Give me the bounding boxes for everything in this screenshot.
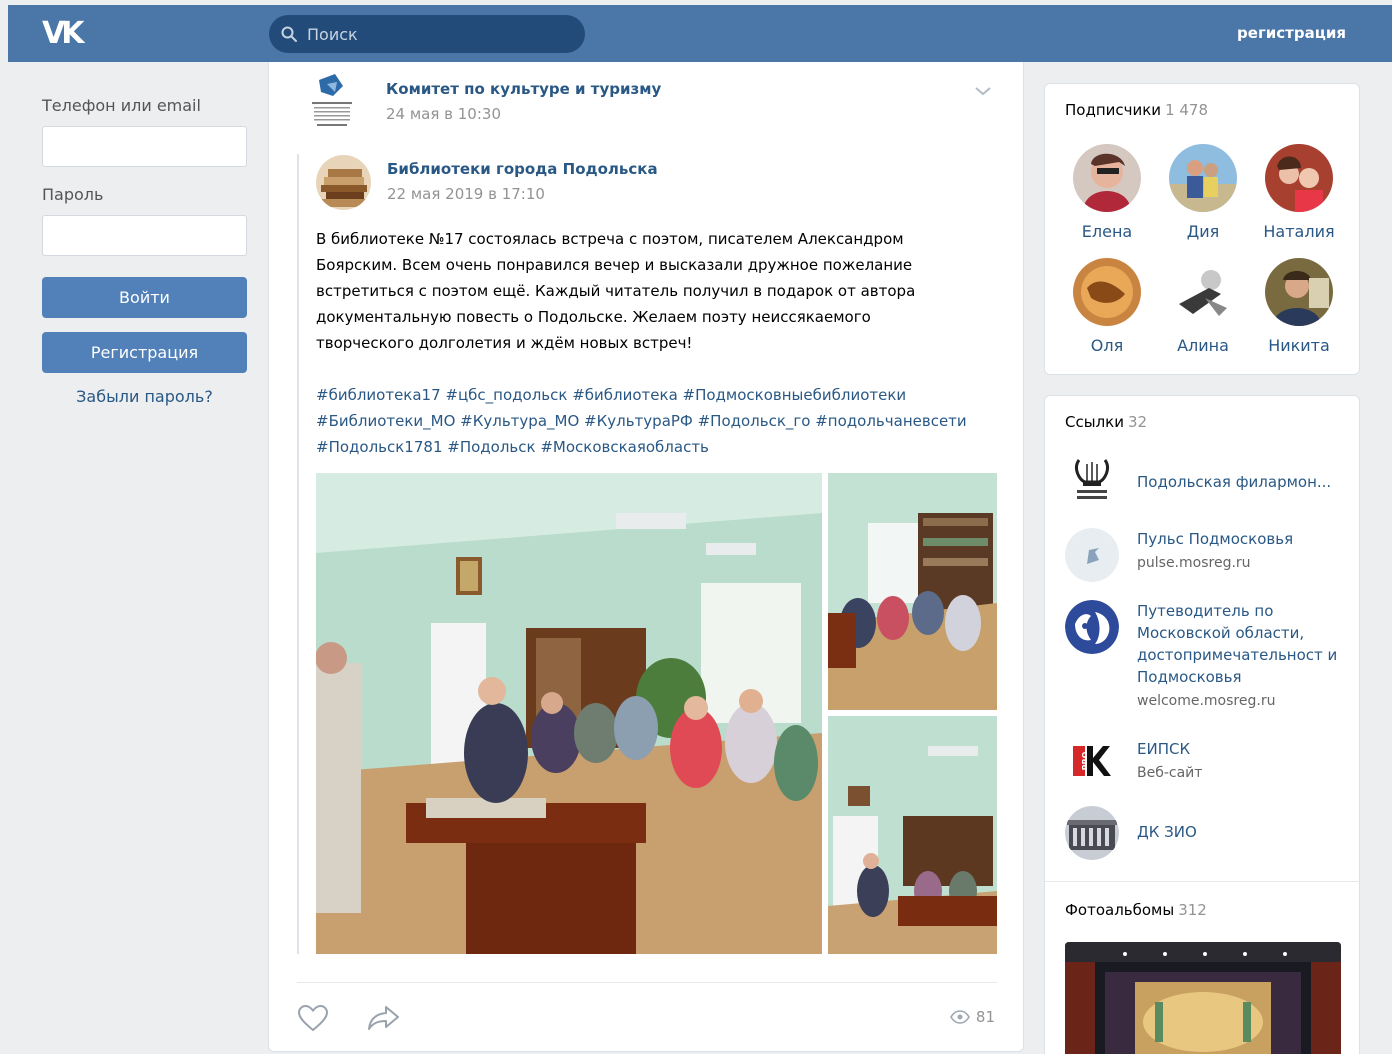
post-photo-main[interactable] bbox=[316, 473, 822, 954]
subscriber-item[interactable]: Оля bbox=[1062, 258, 1152, 355]
avatar[interactable] bbox=[1265, 144, 1333, 212]
subscriber-name[interactable]: Никита bbox=[1254, 336, 1344, 355]
login-button[interactable]: Войти bbox=[42, 277, 247, 318]
post-photo-2[interactable] bbox=[828, 473, 997, 710]
library-avatar[interactable] bbox=[316, 155, 371, 210]
subscriber-name[interactable]: Дия bbox=[1158, 222, 1248, 241]
albums-count: 312 bbox=[1178, 901, 1207, 919]
link-name[interactable]: Пульс Подмосковья bbox=[1137, 528, 1347, 550]
links-card: Ссылки 32 Подольская филармон... Пульс По… bbox=[1044, 395, 1361, 1054]
password-label: Пароль bbox=[42, 185, 104, 204]
committee-avatar[interactable] bbox=[309, 72, 355, 134]
eye-icon bbox=[949, 1010, 970, 1024]
post-divider bbox=[297, 982, 997, 983]
chevron-down-icon[interactable] bbox=[973, 84, 993, 98]
post-hashtags[interactable]: #библиотека17 #цбс_подольск #библиотека … bbox=[316, 382, 1006, 460]
views-counter: 81 bbox=[949, 1008, 995, 1026]
login-form: Телефон или email Пароль Войти Регистрац… bbox=[42, 96, 247, 406]
repost-author-link[interactable]: Библиотеки города Подольска bbox=[387, 160, 658, 178]
post-text: В библиотеке №17 состоялась встреча с по… bbox=[316, 230, 916, 352]
subscriber-item[interactable]: Наталия bbox=[1254, 144, 1344, 241]
link-name[interactable]: ДК ЗИО bbox=[1137, 821, 1347, 843]
albums-title[interactable]: Фотоальбомы 312 bbox=[1065, 901, 1207, 919]
post-date[interactable]: 24 мая в 10:30 bbox=[386, 105, 501, 123]
subscriber-item[interactable]: Никита bbox=[1254, 258, 1344, 355]
views-count: 81 bbox=[975, 1008, 995, 1026]
header-register-link[interactable]: регистрация bbox=[1237, 24, 1346, 42]
search-icon bbox=[281, 26, 297, 42]
link-url: Веб-сайт bbox=[1137, 765, 1203, 781]
repost-bar bbox=[297, 154, 299, 954]
phone-label: Телефон или email bbox=[42, 96, 201, 115]
register-button[interactable]: Регистрация bbox=[42, 332, 247, 373]
post-author-link[interactable]: Комитет по культуре и туризму bbox=[386, 80, 661, 98]
top-header: VK регистрация bbox=[8, 5, 1392, 62]
albums-divider bbox=[1045, 881, 1361, 882]
guide-logo-icon bbox=[1065, 600, 1119, 654]
repost-date[interactable]: 22 мая 2019 в 17:10 bbox=[387, 185, 545, 203]
avatar[interactable] bbox=[1073, 258, 1141, 326]
arrow-icon bbox=[1065, 528, 1119, 582]
links-count: 32 bbox=[1127, 413, 1148, 431]
link-name[interactable]: ЕИПСК bbox=[1137, 738, 1347, 760]
eipsk-logo-icon: PRO bbox=[1065, 738, 1119, 792]
link-name[interactable]: Путеводитель по Московской области, дост… bbox=[1137, 600, 1347, 688]
lyre-icon bbox=[1065, 456, 1119, 510]
post-photo-3[interactable] bbox=[828, 716, 997, 954]
subscribers-count: 1 478 bbox=[1165, 101, 1209, 119]
links-title[interactable]: Ссылки 32 bbox=[1065, 413, 1147, 431]
link-name[interactable]: Подольская филармон... bbox=[1137, 471, 1347, 493]
subscriber-name[interactable]: Елена bbox=[1062, 222, 1152, 241]
avatar[interactable] bbox=[1265, 258, 1333, 326]
avatar[interactable] bbox=[1169, 144, 1237, 212]
link-url: pulse.mosreg.ru bbox=[1137, 555, 1251, 571]
avatar[interactable] bbox=[1073, 144, 1141, 212]
subscribers-title[interactable]: Подписчики 1 478 bbox=[1065, 101, 1208, 119]
search-input[interactable] bbox=[307, 15, 567, 53]
building-icon bbox=[1065, 806, 1119, 860]
wall-post: Комитет по культуре и туризму 24 мая в 1… bbox=[268, 62, 1024, 1052]
search-box[interactable] bbox=[269, 15, 585, 53]
album-cover-photo[interactable] bbox=[1065, 942, 1341, 1054]
avatar[interactable] bbox=[1169, 258, 1237, 326]
forgot-password-link[interactable]: Забыли пароль? bbox=[42, 387, 247, 406]
subscriber-item[interactable]: Дия bbox=[1158, 144, 1248, 241]
phone-email-field[interactable] bbox=[42, 126, 247, 167]
subscriber-name[interactable]: Алина bbox=[1158, 336, 1248, 355]
subscribers-card: Подписчики 1 478 Елена Дия Наталия Оля Ал… bbox=[1044, 83, 1360, 375]
subscriber-item[interactable]: Елена bbox=[1062, 144, 1152, 241]
subscriber-name[interactable]: Оля bbox=[1062, 336, 1152, 355]
subscriber-name[interactable]: Наталия bbox=[1254, 222, 1344, 241]
password-field[interactable] bbox=[42, 215, 247, 256]
share-icon[interactable] bbox=[367, 1004, 401, 1032]
link-url: welcome.mosreg.ru bbox=[1137, 693, 1276, 709]
vk-logo[interactable]: VK bbox=[42, 19, 85, 49]
heart-icon[interactable] bbox=[297, 1004, 329, 1032]
subscriber-item[interactable]: Алина bbox=[1158, 258, 1248, 355]
